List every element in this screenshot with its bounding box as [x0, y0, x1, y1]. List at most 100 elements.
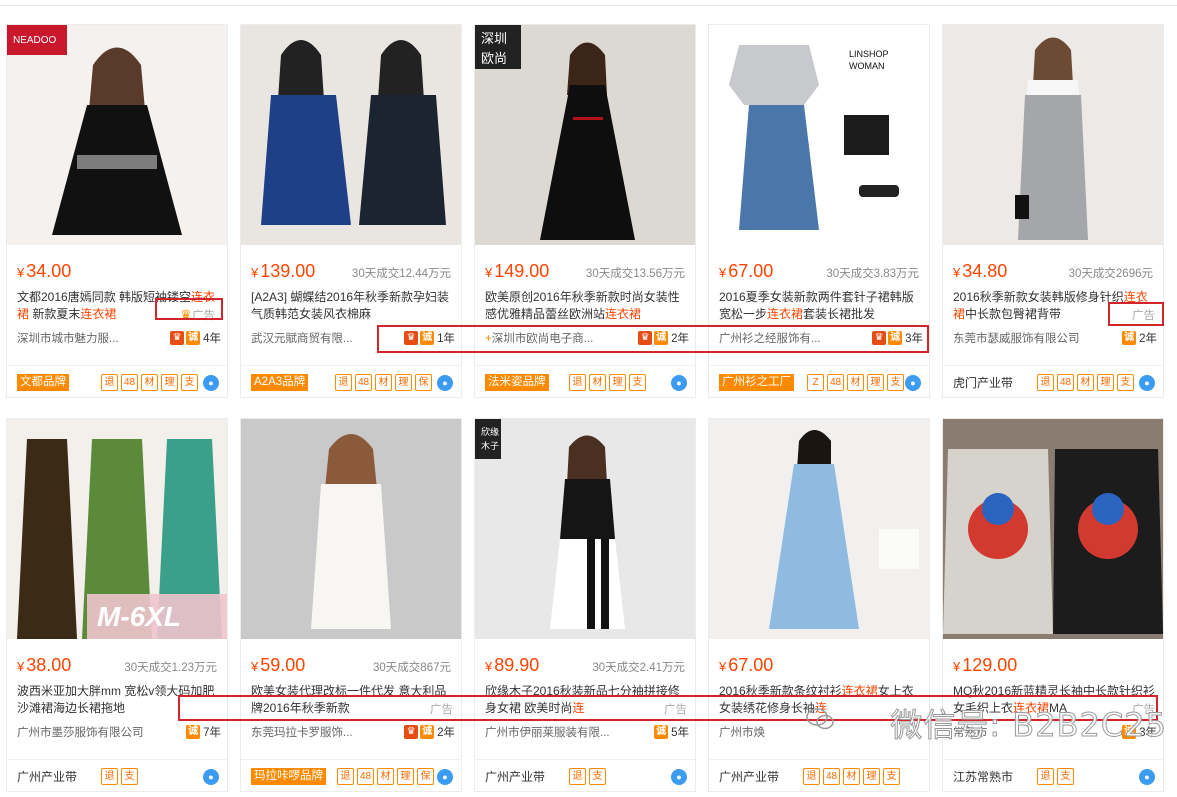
brand-tag[interactable]: 广州产业带 [719, 768, 779, 785]
tag: 理 [395, 374, 412, 391]
tag: 理 [609, 374, 626, 391]
brand-tag[interactable]: 江苏常熟市 [953, 768, 1013, 785]
product-image[interactable]: 深圳 欧尚 [475, 25, 695, 245]
years: 5年 [671, 727, 689, 739]
brand-tag[interactable]: 文都品牌 [17, 374, 69, 391]
svg-text:NEADOO: NEADOO [13, 35, 57, 46]
years: 2年 [437, 727, 455, 739]
brand-tag[interactable]: 广州产业带 [17, 768, 77, 785]
product-title[interactable]: 2016夏季女装新款两件套针子裙韩版宽松一步连衣裙套装长裙批发 [719, 289, 923, 323]
brand-tag[interactable]: 广州产业带 [485, 768, 545, 785]
product-image[interactable] [241, 419, 461, 639]
product-image[interactable]: LINSHOP WOMAN [709, 25, 929, 245]
crown-badge-icon: ♛ [404, 725, 419, 739]
tag: 退 [1037, 374, 1054, 391]
wangwang-chat-icon[interactable]: ● [437, 375, 453, 391]
watermark: 微信号: B2B2C25 [890, 706, 1167, 745]
tag: 退 [569, 768, 586, 785]
tag: 退 [569, 374, 586, 391]
tag: 支 [629, 374, 646, 391]
product-card[interactable]: ¥34.80 30天成交2696元 2016秋季新款女装韩版修身针织连衣裙中长款… [942, 24, 1164, 398]
tag: 材 [589, 374, 606, 391]
wangwang-chat-icon[interactable]: ● [203, 375, 219, 391]
tag: 材 [377, 768, 394, 785]
wechat-logo-icon [806, 708, 834, 730]
wangwang-chat-icon[interactable]: ● [671, 375, 687, 391]
shop-name[interactable]: 武汉元賦商贸有限... [251, 330, 353, 346]
sales-30d: 30天成交3.83万元 [826, 268, 919, 280]
wangwang-chat-icon[interactable]: ● [437, 769, 453, 785]
product-title[interactable]: 欧美原创2016年秋季新款时尚女装性感优雅精品蕾丝欧洲站连衣裙 [485, 289, 689, 323]
tag: 理 [1097, 374, 1114, 391]
tag: 支 [121, 768, 138, 785]
svg-text:M-6XL: M-6XL [97, 601, 181, 632]
shop-name[interactable]: 广州市墨莎服饰有限公司 [17, 724, 144, 740]
brand-tag[interactable]: 广州衫之工厂 [719, 374, 794, 391]
wangwang-chat-icon[interactable]: ● [671, 769, 687, 785]
cheng-badge-icon: 诚 [420, 725, 435, 739]
tag: 48 [121, 374, 138, 391]
product-image[interactable]: M-6XL [7, 419, 227, 639]
product-image[interactable]: NEADOO [7, 25, 227, 245]
shop-name[interactable]: 东莞市瑟威服饰有限公司 [953, 330, 1080, 346]
shop-name[interactable]: 广州市焕 [719, 724, 765, 740]
cheng-badge-icon: 诚 [654, 725, 669, 739]
price: ¥34.80 [953, 261, 1008, 281]
price: ¥59.00 [251, 655, 306, 675]
tag: 支 [883, 768, 900, 785]
shop-name[interactable]: 深圳市城市魅力服... [17, 330, 119, 346]
tag: 退 [1037, 768, 1054, 785]
sales-30d: 30天成交1.23万元 [124, 662, 217, 674]
svg-text:WOMAN: WOMAN [849, 61, 885, 71]
brand-tag[interactable]: 法米姿品牌 [485, 374, 549, 391]
price: ¥129.00 [953, 655, 1018, 675]
tag: 材 [375, 374, 392, 391]
tag: 48 [355, 374, 372, 391]
cheng-badge-icon: 诚 [186, 725, 201, 739]
brand-tag[interactable]: 虎门产业带 [953, 374, 1013, 391]
price: ¥89.90 [485, 655, 540, 675]
highlight-box [377, 325, 929, 353]
tag: 理 [161, 374, 178, 391]
years: 4年 [203, 333, 221, 345]
wangwang-chat-icon[interactable]: ● [1139, 769, 1155, 785]
product-card[interactable]: M-6XL ¥38.00 30天成交1.23万元 波西米亚加大胖mm 宽松v领大… [6, 418, 228, 792]
tag: 退 [101, 374, 118, 391]
price: ¥67.00 [719, 261, 774, 281]
sales-30d: 30天成交867元 [373, 662, 451, 674]
tag: 材 [843, 768, 860, 785]
tag: 材 [847, 374, 864, 391]
price: ¥38.00 [17, 655, 72, 675]
tag: 退 [803, 768, 820, 785]
sales-30d: 30天成交12.44万元 [351, 268, 451, 280]
product-title[interactable]: [A2A3] 蝴蝶结2016年秋季新款孕妇装气质韩范女装风衣棉麻 [251, 289, 455, 323]
tag: 退 [101, 768, 118, 785]
brand-tag[interactable]: A2A3品牌 [251, 374, 309, 391]
sales-30d: 30天成交2696元 [1068, 268, 1153, 280]
wangwang-chat-icon[interactable]: ● [1139, 375, 1155, 391]
product-card[interactable]: ¥59.00 30天成交867元 欧美女装代理改标一件代发 意大利品牌2016年… [240, 418, 462, 792]
wangwang-chat-icon[interactable]: ● [203, 769, 219, 785]
shop-name[interactable]: 东莞玛拉卡罗服饰... [251, 724, 353, 740]
wangwang-chat-icon[interactable]: ● [905, 375, 921, 391]
years: 2年 [1139, 333, 1157, 345]
highlight-box [1108, 302, 1164, 326]
svg-text:欧尚: 欧尚 [481, 52, 507, 67]
tag: 支 [1117, 374, 1134, 391]
product-image[interactable] [943, 419, 1163, 639]
svg-text:深圳: 深圳 [481, 32, 507, 47]
product-image[interactable] [943, 25, 1163, 245]
service-tags: 退 48 材理保 [335, 374, 432, 391]
product-image[interactable] [241, 25, 461, 245]
shop-name[interactable]: 广州市伊丽莱服装有限... [485, 724, 610, 740]
product-card[interactable]: NEADOO ¥34.00 文都2016唐嫣同款 韩版短袖镂空连衣裙 新款夏末连… [6, 24, 228, 398]
service-tags: 退 48 材理支 [803, 768, 900, 785]
product-image[interactable] [709, 419, 929, 639]
tag: 支 [887, 374, 904, 391]
brand-tag[interactable]: 玛拉咔啰品牌 [251, 768, 326, 785]
price: ¥139.00 [251, 261, 316, 281]
product-image[interactable]: 欣缘 木子 [475, 419, 695, 639]
tag: 支 [589, 768, 606, 785]
product-card[interactable]: 欣缘 木子 ¥89.90 30天成交2.41万元 欣缘木子2016秋装新品七分袖… [474, 418, 696, 792]
tag: 支 [1057, 768, 1074, 785]
